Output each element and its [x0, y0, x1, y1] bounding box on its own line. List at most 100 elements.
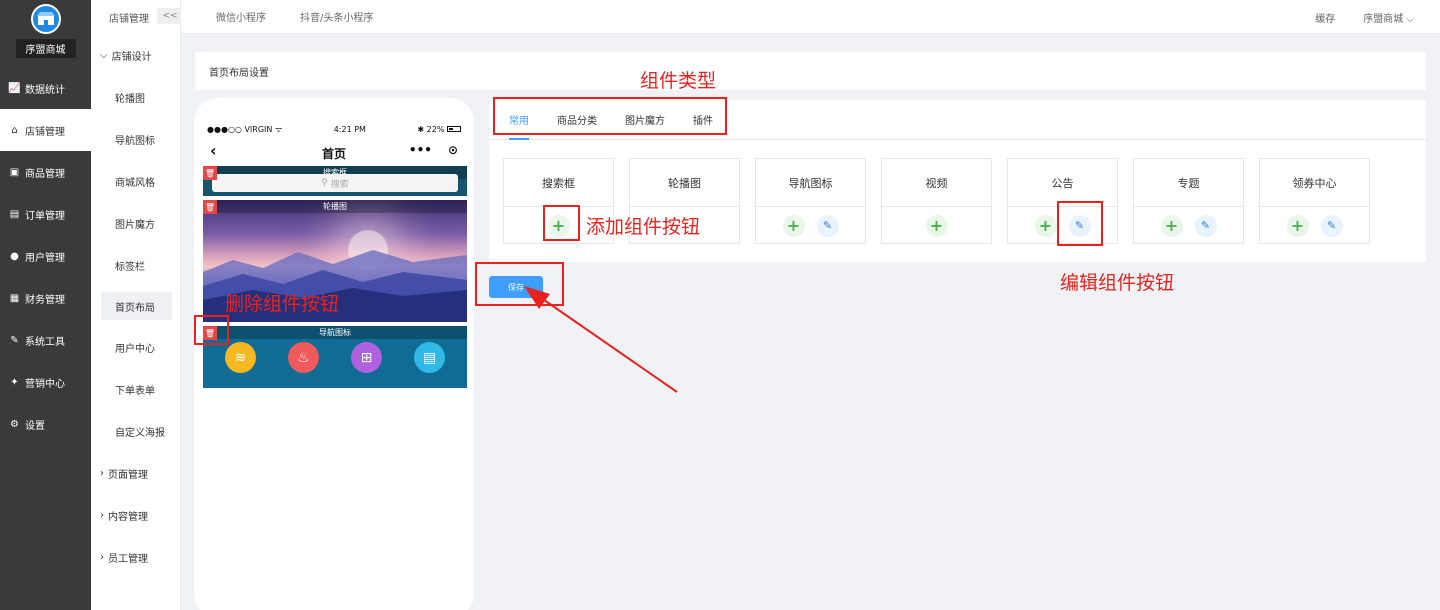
battery-icon	[447, 126, 461, 132]
sub-nav-item[interactable]: 标签栏	[91, 244, 180, 286]
sub-group[interactable]: › 内容管理	[91, 494, 180, 536]
nav-preview-icon: ▤	[414, 342, 445, 373]
phone-page-header: ‹ 首页 ••• ⊙	[194, 140, 474, 166]
highlight-tabs	[493, 97, 727, 135]
main-nav-label: 财务管理	[25, 294, 65, 306]
sub-group[interactable]: › 员工管理	[91, 536, 180, 578]
secondary-sidebar: 店铺管理 << ⌵ 店铺设计 轮播图 导航图标 商城风格 图片魔方 标签栏 首页布局 用户中…	[91, 0, 183, 610]
sub-nav-item[interactable]: 下单表单	[91, 368, 180, 410]
store-logo-icon	[30, 4, 61, 34]
chart-icon: 📈	[8, 82, 21, 94]
user-icon: ●	[10, 250, 19, 262]
highlight-delete-button	[194, 315, 229, 345]
component-title: 搜索框	[504, 159, 613, 207]
search-block[interactable]: 搜索框 ⚲ 搜索 🗑	[203, 166, 467, 196]
chevron-right-icon: ›	[100, 467, 104, 479]
main-nav-item[interactable]: ✦ 营销中心	[0, 361, 91, 403]
component-actions: + ✎	[756, 207, 865, 244]
add-component-button[interactable]: +	[925, 214, 948, 237]
edit-component-button[interactable]: ✎	[1320, 214, 1343, 237]
page-title: 首页布局设置	[195, 52, 1426, 90]
chevron-right-icon: ›	[100, 509, 104, 521]
order-icon: ▤	[9, 208, 20, 220]
wrench-icon: ✎	[10, 334, 19, 346]
main-nav-label: 系统工具	[25, 336, 65, 348]
nav-preview-icon: ⊞	[351, 342, 382, 373]
main-nav-item[interactable]: ● 用户管理	[0, 235, 91, 277]
component-title: 公告	[1008, 159, 1117, 207]
highlight-edit-button	[1057, 201, 1103, 246]
component-actions: +	[882, 207, 991, 244]
gear-icon: ⚙	[10, 418, 19, 430]
capsule-menu: ••• ⊙	[409, 143, 458, 157]
highlight-add-button	[543, 205, 580, 241]
sub-nav-item[interactable]: 用户中心	[91, 326, 180, 368]
main-nav-item[interactable]: ⚙ 设置	[0, 403, 91, 445]
component-card: 领券中心 + ✎	[1259, 158, 1370, 244]
add-component-button[interactable]: +	[1286, 214, 1309, 237]
search-preview-input: ⚲ 搜索	[212, 174, 458, 192]
component-title: 轮播图	[630, 159, 739, 207]
component-title: 领券中心	[1260, 159, 1369, 207]
sub-nav-item[interactable]: 商城风格	[91, 160, 180, 202]
top-bar: 微信小程序 抖音/头条小程序 缓存 序盟商城 ⌵	[181, 0, 1440, 34]
sub-group-store-design[interactable]: ⌵ 店铺设计	[91, 34, 180, 76]
sub-nav-item[interactable]: 图片魔方	[91, 202, 180, 244]
user-name: 序盟商城	[1363, 13, 1404, 25]
delete-component-icon[interactable]: 🗑	[203, 200, 217, 214]
nav-preview-icon: ≋	[225, 342, 256, 373]
tab-douyin-miniprogram[interactable]: 抖音/头条小程序	[300, 9, 373, 24]
back-arrow-icon[interactable]: ‹	[210, 141, 217, 160]
add-component-button[interactable]: +	[782, 214, 805, 237]
sub-nav-item[interactable]: 轮播图	[91, 76, 180, 118]
main-nav-item[interactable]: ▣ 商品管理	[0, 151, 91, 193]
edit-component-button[interactable]: ✎	[1194, 214, 1217, 237]
delete-component-icon[interactable]: 🗑	[203, 166, 217, 180]
main-nav-label: 设置	[25, 420, 45, 432]
sub-group[interactable]: › 页面管理	[91, 452, 180, 494]
arrow-to-save-icon	[524, 286, 678, 393]
store-icon: ⌂	[11, 124, 18, 136]
note-delete-button: 删除组件按钮	[225, 293, 340, 315]
component-card: 专题 + ✎	[1133, 158, 1244, 244]
wifi-icon: ᯤ	[274, 124, 283, 134]
main-nav-item[interactable]: ▤ 订单管理	[0, 193, 91, 235]
sub-nav-item[interactable]: 导航图标	[91, 118, 180, 160]
phone-preview: ●●●○○ VIRGIN ᯤ 4:21 PM ✱ 22% ‹ 首页 ••• ⊙ …	[194, 98, 474, 610]
sub-nav-item[interactable]: 自定义海报	[91, 410, 180, 452]
clock: 4:21 PM	[333, 124, 366, 134]
phone-page-title: 首页	[321, 146, 346, 161]
component-card: 导航图标 + ✎	[755, 158, 866, 244]
component-title: 专题	[1134, 159, 1243, 207]
main-nav-label: 商品管理	[25, 168, 65, 180]
collapse-button[interactable]: <<	[157, 8, 183, 24]
chevron-right-icon: ›	[100, 551, 104, 563]
main-nav-label: 营销中心	[25, 378, 65, 390]
add-component-button[interactable]: +	[1034, 214, 1057, 237]
main-nav-item[interactable]: ▦ 财务管理	[0, 277, 91, 319]
marketing-icon: ✦	[10, 376, 19, 388]
component-card: 视频 +	[881, 158, 992, 244]
search-icon: ⚲	[321, 178, 328, 188]
main-nav-item[interactable]: 📈 数据统计	[0, 67, 91, 109]
main-nav-item[interactable]: ✎ 系统工具	[0, 319, 91, 361]
note-component-types: 组件类型	[640, 70, 717, 92]
component-title: 导航图标	[756, 159, 865, 207]
bluetooth-icon: ✱	[417, 124, 425, 134]
goods-icon: ▣	[9, 166, 20, 178]
close-circle-icon[interactable]: ⊙	[448, 143, 458, 157]
finance-icon: ▦	[9, 292, 20, 304]
edit-component-button[interactable]: ✎	[816, 214, 839, 237]
more-icon[interactable]: •••	[409, 143, 432, 157]
status-bar: ●●●○○ VIRGIN ᯤ 4:21 PM ✱ 22%	[207, 122, 461, 136]
cache-link[interactable]: 缓存	[1315, 10, 1335, 25]
sub-nav-item[interactable]: 首页布局	[101, 292, 172, 320]
nav-icons-block[interactable]: 导航图标 ≋ ♨ ⊞ ▤ 🗑	[203, 326, 467, 388]
main-nav-item[interactable]: ⌂ 店铺管理	[0, 109, 91, 151]
main-nav-label: 用户管理	[25, 252, 65, 264]
chevron-down-icon: ⌵	[1406, 13, 1414, 25]
tab-wechat-miniprogram[interactable]: 微信小程序	[216, 9, 266, 24]
sub-group-label: 员工管理	[108, 553, 148, 565]
user-menu[interactable]: 序盟商城 ⌵	[1363, 10, 1414, 25]
add-component-button[interactable]: +	[1160, 214, 1183, 237]
